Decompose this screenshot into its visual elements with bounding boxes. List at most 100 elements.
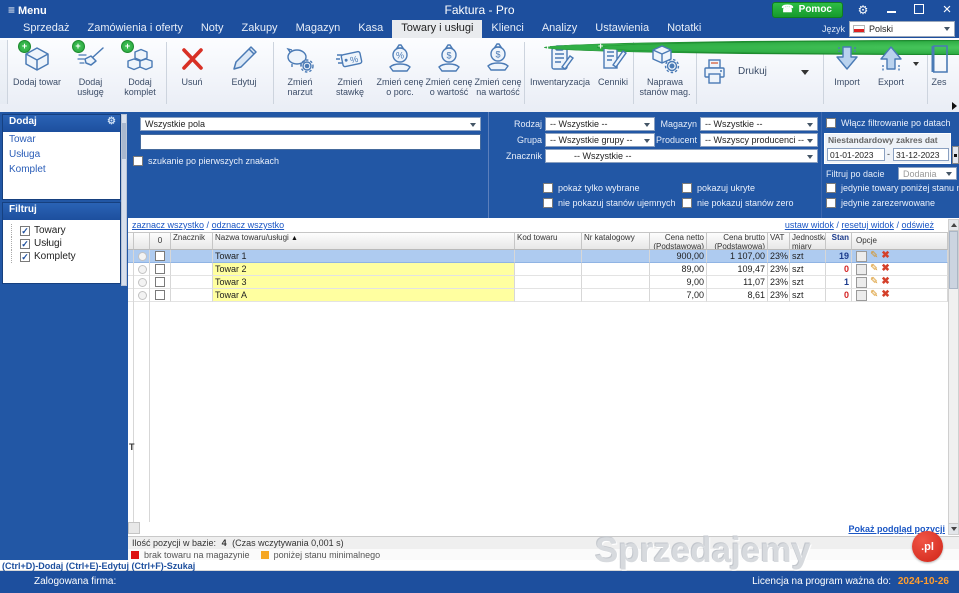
inventory-button[interactable]: + Inwentaryzacja <box>526 40 594 87</box>
scroll-down-button[interactable] <box>949 523 958 534</box>
checkbox-icon[interactable] <box>826 118 836 128</box>
show-hidden-checkbox[interactable]: pokazuj ukryte <box>682 183 755 193</box>
menu-item-noty[interactable]: Noty <box>192 20 233 38</box>
copy-icon[interactable] <box>856 264 867 275</box>
menu-item-magazyn[interactable]: Magazyn <box>287 20 350 38</box>
refresh-link[interactable]: odśwież <box>901 220 934 230</box>
filter-checkbox-towary[interactable]: Towary <box>11 224 120 237</box>
column-header-stan[interactable]: Stan <box>826 232 852 250</box>
select-all-link[interactable]: zaznacz wszystko <box>132 220 204 230</box>
hide-negative-checkbox[interactable]: nie pokazuj stanów ujemnych <box>543 198 676 208</box>
deselect-all-link[interactable]: odznacz wszystko <box>212 220 285 230</box>
row-checkbox[interactable] <box>155 264 165 274</box>
delete-x-icon[interactable]: ✖ <box>881 277 889 287</box>
price-lists-button[interactable]: + Cenniki <box>594 40 632 87</box>
scroll-up-button[interactable] <box>949 220 958 231</box>
checkbox-icon[interactable] <box>133 156 143 166</box>
date-panel-side-button[interactable] <box>952 146 959 164</box>
help-button[interactable]: ☎ Pomoc <box>772 2 843 18</box>
show-preview-link[interactable]: Pokaż podgląd pozycji <box>848 524 945 534</box>
edit-pencil-icon[interactable]: ✎ <box>870 277 878 287</box>
date-to-select[interactable]: 31-12-2023 <box>893 148 949 161</box>
column-header-cena-brutto[interactable]: Cena brutto (Podstawowa) <box>707 232 768 250</box>
hide-zero-checkbox[interactable]: nie pokazuj stanów zero <box>682 198 794 208</box>
only-reserved-checkbox[interactable]: jedynie zarezerwowane <box>826 198 935 208</box>
search-first-chars-checkbox[interactable]: szukanie po pierwszych znakach <box>133 156 279 166</box>
checkbox-icon[interactable] <box>826 183 836 193</box>
change-markup-button[interactable]: Zmień narzut <box>275 40 325 97</box>
date-filter-enable-checkbox[interactable]: Włącz filtrowanie po datach <box>826 118 951 128</box>
copy-icon[interactable] <box>856 290 867 301</box>
toolbar-overflow-arrow-icon[interactable] <box>952 102 957 110</box>
menu-item-zakupy[interactable]: Zakupy <box>232 20 286 38</box>
add-set-button[interactable]: + Dodaj komplet <box>115 40 165 97</box>
checkbox-icon[interactable] <box>682 183 692 193</box>
set-view-link[interactable]: ustaw widok <box>785 220 834 230</box>
znacznik-select[interactable]: -- Wszystkie -- <box>545 149 818 163</box>
change-price-to-value-button[interactable]: $ Zmień cenę na wartość <box>473 40 523 97</box>
menu-item-sprzedaz[interactable]: Sprzedaż <box>14 20 78 38</box>
settings-gear-icon[interactable]: ⚙ <box>855 4 871 16</box>
column-header-nr-katalogowy[interactable]: Nr katalogowy <box>582 232 650 250</box>
menu-item-zamowienia[interactable]: Zamówienia i oferty <box>78 20 191 38</box>
add-product-button[interactable]: + Dodaj towar <box>8 40 66 87</box>
checkbox-icon[interactable] <box>543 198 553 208</box>
close-button[interactable]: × <box>939 4 955 16</box>
checkbox-checked-icon[interactable] <box>20 252 30 262</box>
search-field-select[interactable]: Wszystkie pola <box>140 117 481 131</box>
checkbox-icon[interactable] <box>682 198 692 208</box>
row-checkbox[interactable] <box>155 251 165 261</box>
checkbox-icon[interactable] <box>826 198 836 208</box>
checkbox-checked-icon[interactable] <box>20 226 30 236</box>
magazyn-select[interactable]: -- Wszystkie -- <box>700 117 818 131</box>
menu-item-kasa[interactable]: Kasa <box>349 20 392 38</box>
delete-x-icon[interactable]: ✖ <box>881 290 889 300</box>
minimize-button[interactable] <box>883 4 899 16</box>
column-header-opcje[interactable]: Opcje <box>852 232 948 250</box>
table-row[interactable]: Towar 3 9,00 11,07 23% szt 1 ✎ ✖ <box>128 276 948 289</box>
edit-button[interactable]: Edytuj <box>216 40 272 87</box>
sidebar-scrollbar[interactable] <box>121 114 127 286</box>
column-header-cena-netto[interactable]: Cena netto (Podstawowa) <box>650 232 707 250</box>
menu-item-towary-i-uslugi[interactable]: Towary i usługi <box>392 20 482 38</box>
sidebar-link-komplet[interactable]: Komplet <box>3 162 120 177</box>
column-header-jednostka[interactable]: Jednostka miary <box>790 232 826 250</box>
table-row[interactable]: Towar A 7,00 8,61 23% szt 0 ✎ ✖ <box>128 289 948 302</box>
export-dropdown-caret-icon[interactable] <box>913 62 919 66</box>
sidebar-scrollbar-thumb[interactable] <box>122 123 126 159</box>
show-only-selected-checkbox[interactable]: pokaż tylko wybrane <box>543 183 640 193</box>
delete-x-icon[interactable]: ✖ <box>881 264 889 274</box>
language-select[interactable]: Polski <box>849 21 955 37</box>
filter-checkbox-uslugi[interactable]: Usługi <box>11 237 120 250</box>
add-service-button[interactable]: + Dodaj usługę <box>66 40 115 97</box>
sidebar-link-towar[interactable]: Towar <box>3 132 120 147</box>
menu-item-notatki[interactable]: Notatki <box>658 20 710 38</box>
reset-view-link[interactable]: resetuj widok <box>841 220 894 230</box>
date-from-select[interactable]: 01-01-2023 <box>827 148 885 161</box>
change-price-percent-button[interactable]: % Zmień cenę o porc. <box>375 40 425 97</box>
only-below-min-checkbox[interactable]: jedynie towary poniżej stanu min. <box>826 183 959 193</box>
menu-item-ustawienia[interactable]: Ustawienia <box>586 20 658 38</box>
import-button[interactable]: Import <box>825 40 869 87</box>
column-header-rowicon[interactable] <box>134 232 150 250</box>
copy-icon[interactable] <box>856 277 867 288</box>
copy-icon[interactable] <box>856 251 867 262</box>
vertical-scrollbar[interactable] <box>948 219 959 535</box>
producent-select[interactable]: -- Wszyscy producenci -- <box>700 133 818 147</box>
export-button[interactable]: Export <box>869 40 913 87</box>
column-header-znacznik[interactable]: Znacznik <box>171 232 213 250</box>
menu-item-analizy[interactable]: Analizy <box>533 20 586 38</box>
column-header-checkbox[interactable]: 0 <box>150 232 171 250</box>
table-row[interactable]: Towar 1 900,00 1 107,00 23% szt 19 ✎ ✖ <box>128 250 948 263</box>
row-checkbox[interactable] <box>155 277 165 287</box>
menu-item-klienci[interactable]: Klienci <box>482 20 532 38</box>
checkbox-icon[interactable] <box>543 183 553 193</box>
print-dropdown-caret-icon[interactable] <box>801 70 809 75</box>
column-header-kod[interactable]: Kod towaru <box>515 232 582 250</box>
edit-pencil-icon[interactable]: ✎ <box>870 290 878 300</box>
delete-x-icon[interactable]: ✖ <box>881 251 889 261</box>
change-vat-rate-button[interactable]: % Zmień stawkę <box>325 40 375 97</box>
reports-button-clipped[interactable]: Zes <box>929 40 949 87</box>
column-header-nazwa[interactable]: Nazwa towaru/usługi ▲ <box>213 232 515 250</box>
column-header-vat[interactable]: VAT <box>768 232 790 250</box>
